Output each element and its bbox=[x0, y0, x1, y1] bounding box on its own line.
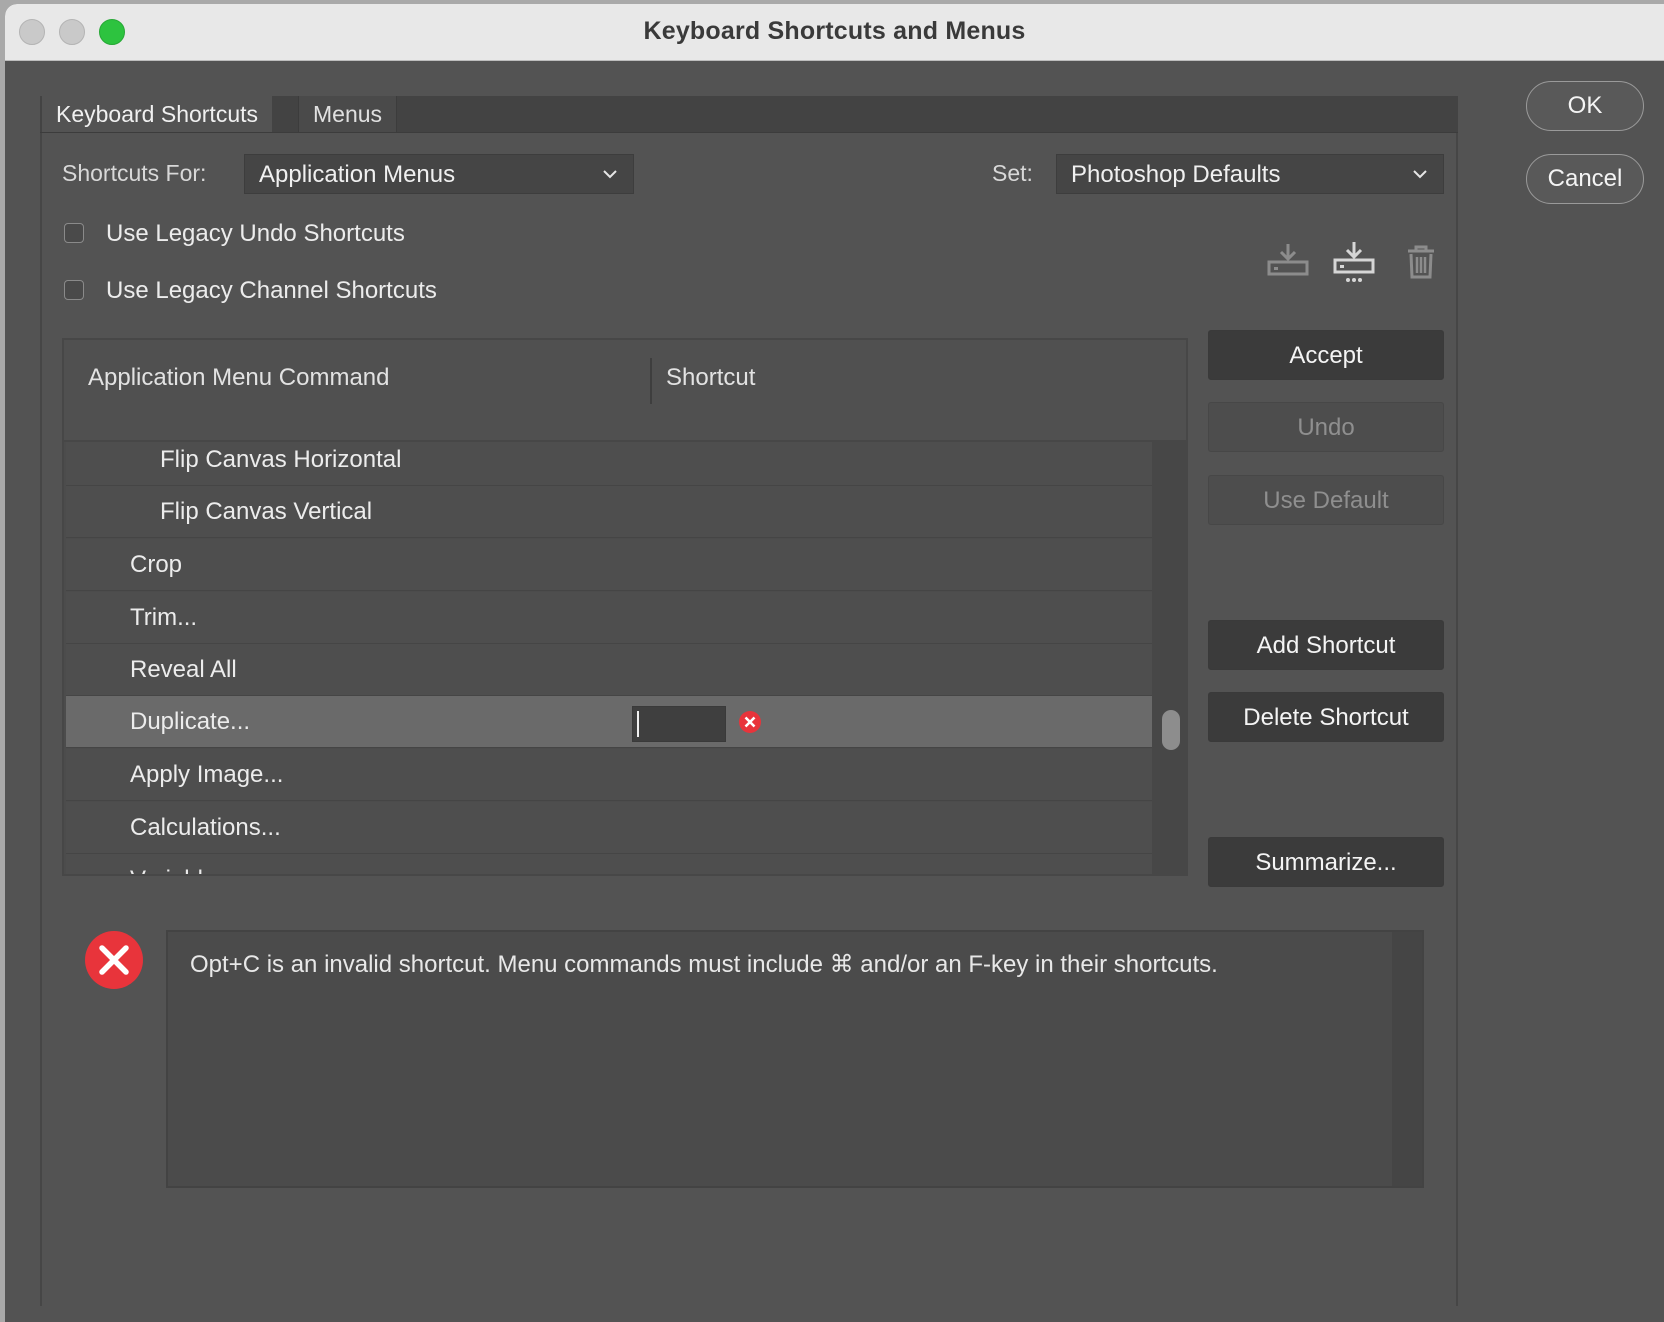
tab-menus[interactable]: Menus bbox=[298, 96, 398, 132]
command-label: Calculations... bbox=[130, 814, 281, 841]
add-shortcut-button[interactable]: Add Shortcut bbox=[1208, 620, 1444, 670]
scrollbar-thumb[interactable] bbox=[1162, 710, 1180, 750]
shortcut-column-header: Shortcut bbox=[666, 364, 756, 391]
accept-button[interactable]: Accept bbox=[1208, 330, 1444, 380]
table-row[interactable]: Crop bbox=[66, 539, 1152, 591]
tab-keyboard-shortcuts[interactable]: Keyboard Shortcuts bbox=[42, 96, 273, 132]
table-row[interactable]: Reveal All bbox=[66, 644, 1152, 696]
cancel-button[interactable]: Cancel bbox=[1526, 154, 1644, 204]
command-label: Trim... bbox=[130, 604, 198, 631]
undo-button[interactable]: Undo bbox=[1208, 402, 1444, 452]
scrollbar-track[interactable] bbox=[1152, 442, 1186, 874]
legacy-channel-checkbox[interactable] bbox=[64, 280, 84, 300]
message-scrollbar[interactable] bbox=[1392, 932, 1422, 1186]
save-as-new-set-icon[interactable] bbox=[1332, 240, 1376, 284]
command-label: Reveal All bbox=[130, 656, 237, 683]
column-divider[interactable] bbox=[650, 358, 652, 404]
command-label: Duplicate... bbox=[130, 708, 251, 735]
table-body[interactable]: Flip Canvas Horizontal Flip Canvas Verti… bbox=[66, 442, 1152, 874]
set-label: Set: bbox=[992, 160, 1033, 186]
chevron-down-icon bbox=[1413, 170, 1427, 179]
command-column-header: Application Menu Command bbox=[88, 364, 390, 391]
table-header: Application Menu Command Shortcut bbox=[64, 340, 1186, 442]
table-row-selected[interactable]: Duplicate... bbox=[66, 696, 1152, 748]
save-set-icon[interactable] bbox=[1266, 240, 1310, 280]
shortcuts-table: Application Menu Command Shortcut Flip C… bbox=[62, 338, 1188, 876]
shortcuts-for-label: Shortcuts For: bbox=[62, 160, 207, 186]
legacy-undo-label: Use Legacy Undo Shortcuts bbox=[106, 220, 405, 247]
command-label: Flip Canvas Horizontal bbox=[160, 446, 402, 473]
message-box: Opt+C is an invalid shortcut. Menu comma… bbox=[166, 930, 1424, 1188]
command-label: Flip Canvas Vertical bbox=[160, 498, 373, 525]
table-row[interactable]: Flip Canvas Vertical bbox=[66, 486, 1152, 538]
table-row[interactable]: Calculations... bbox=[66, 802, 1152, 854]
error-message: Opt+C is an invalid shortcut. Menu comma… bbox=[190, 951, 1218, 978]
command-label: Variables... bbox=[130, 854, 248, 874]
clear-shortcut-error-icon[interactable] bbox=[738, 710, 762, 734]
ok-button[interactable]: OK bbox=[1526, 81, 1644, 131]
shortcuts-for-dropdown[interactable]: Application Menus bbox=[244, 154, 634, 194]
legacy-undo-checkbox[interactable] bbox=[64, 223, 84, 243]
error-icon bbox=[85, 931, 143, 989]
shortcuts-for-value: Application Menus bbox=[259, 161, 456, 188]
chevron-down-icon bbox=[603, 170, 617, 179]
set-dropdown[interactable]: Photoshop Defaults bbox=[1056, 154, 1444, 194]
table-row[interactable]: Trim... bbox=[66, 592, 1152, 644]
shortcut-input[interactable] bbox=[632, 706, 726, 742]
table-row[interactable]: Apply Image... bbox=[66, 749, 1152, 801]
delete-shortcut-button[interactable]: Delete Shortcut bbox=[1208, 692, 1444, 742]
summarize-button[interactable]: Summarize... bbox=[1208, 837, 1444, 887]
tab-bar: Keyboard Shortcuts Menus bbox=[40, 96, 1458, 133]
set-value: Photoshop Defaults bbox=[1071, 161, 1281, 188]
command-label: Crop bbox=[130, 551, 183, 578]
window-title: Keyboard Shortcuts and Menus bbox=[643, 17, 1026, 45]
use-default-button[interactable]: Use Default bbox=[1208, 475, 1444, 525]
command-label: Apply Image... bbox=[130, 761, 284, 788]
title-bar: Keyboard Shortcuts and Menus bbox=[5, 4, 1664, 61]
legacy-channel-label: Use Legacy Channel Shortcuts bbox=[106, 277, 437, 304]
table-row[interactable]: Variables... bbox=[66, 854, 1152, 874]
text-caret bbox=[637, 711, 639, 737]
trash-icon[interactable] bbox=[1405, 244, 1437, 280]
table-row[interactable]: Flip Canvas Horizontal bbox=[66, 442, 1152, 486]
